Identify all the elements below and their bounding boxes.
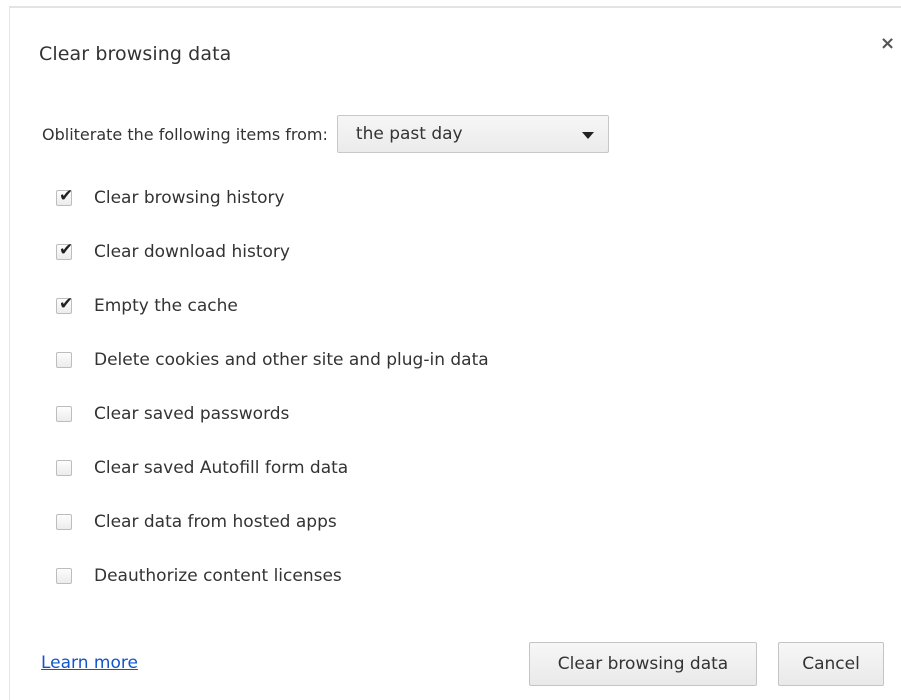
clear-browsing-data-dialog: Clear browsing data × Obliterate the fol… — [9, 6, 901, 700]
dropdown-arrow-icon — [581, 132, 594, 139]
option-deauthorize-licenses[interactable]: ✔ Deauthorize content licenses — [56, 549, 489, 603]
clear-options-list: ✔ Clear browsing history ✔ Clear downloa… — [56, 171, 489, 603]
option-label: Clear saved Autofill form data — [94, 458, 349, 478]
checkmark-icon: ✔ — [59, 294, 74, 314]
option-clear-browsing-history[interactable]: ✔ Clear browsing history — [56, 171, 489, 225]
checkmark-icon: ✔ — [59, 186, 74, 206]
checkmark-icon: ✔ — [59, 240, 74, 260]
option-label: Clear data from hosted apps — [94, 512, 337, 532]
checkbox-delete-cookies[interactable]: ✔ — [56, 352, 72, 368]
option-label: Clear browsing history — [94, 188, 285, 208]
clear-browsing-data-button[interactable]: Clear browsing data — [529, 642, 757, 686]
checkbox-clear-hosted-app-data[interactable]: ✔ — [56, 514, 72, 530]
option-label: Clear saved passwords — [94, 404, 290, 424]
checkbox-clear-download-history[interactable]: ✔ — [56, 240, 73, 260]
checkbox-clear-autofill-data[interactable]: ✔ — [56, 460, 72, 476]
close-icon[interactable]: × — [880, 35, 895, 53]
checkbox-clear-browsing-history[interactable]: ✔ — [56, 186, 73, 206]
checkbox-empty-cache[interactable]: ✔ — [56, 294, 73, 314]
option-label: Delete cookies and other site and plug-i… — [94, 350, 489, 370]
option-empty-cache[interactable]: ✔ Empty the cache — [56, 279, 489, 333]
option-label: Clear download history — [94, 242, 290, 262]
time-range-select[interactable]: the past day — [336, 115, 609, 153]
option-clear-download-history[interactable]: ✔ Clear download history — [56, 225, 489, 279]
cancel-button[interactable]: Cancel — [778, 642, 884, 686]
learn-more-link[interactable]: Learn more — [41, 653, 138, 673]
option-clear-saved-passwords[interactable]: ✔ Clear saved passwords — [56, 387, 489, 441]
option-delete-cookies[interactable]: ✔ Delete cookies and other site and plug… — [56, 333, 489, 387]
dialog-title: Clear browsing data — [39, 43, 232, 65]
option-clear-hosted-app-data[interactable]: ✔ Clear data from hosted apps — [56, 495, 489, 549]
checkbox-clear-saved-passwords[interactable]: ✔ — [56, 406, 72, 422]
option-clear-autofill-data[interactable]: ✔ Clear saved Autofill form data — [56, 441, 489, 495]
checkbox-deauthorize-licenses[interactable]: ✔ — [56, 568, 72, 584]
option-label: Empty the cache — [94, 296, 238, 316]
time-range-selected-value: the past day — [355, 124, 463, 144]
time-range-label: Obliterate the following items from: — [42, 124, 328, 144]
time-range-row: Obliterate the following items from: the… — [42, 114, 609, 154]
option-label: Deauthorize content licenses — [94, 566, 342, 586]
